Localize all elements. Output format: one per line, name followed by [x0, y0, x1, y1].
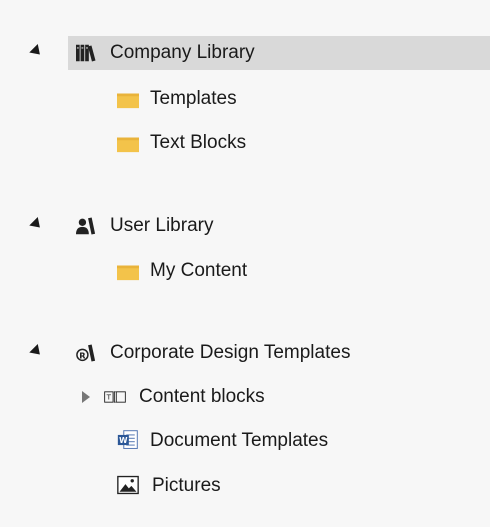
collapse-toggle[interactable]: [29, 216, 45, 232]
tree-label: Document Templates: [150, 430, 329, 451]
tree-label: Templates: [150, 88, 237, 109]
svg-text:T: T: [106, 393, 112, 402]
tree-label: User Library: [110, 215, 214, 236]
user-library-icon: [76, 215, 98, 237]
content-block-icon: T: [104, 386, 126, 408]
tree-label: Text Blocks: [150, 132, 247, 153]
library-books-icon: [76, 42, 98, 64]
tree-label: Corporate Design Templates: [110, 342, 351, 363]
folder-icon: [117, 260, 139, 282]
tree-label: Pictures: [152, 475, 221, 496]
picture-icon: [117, 474, 139, 496]
corporate-design-icon: R: [76, 342, 98, 364]
collapse-toggle[interactable]: [29, 343, 45, 359]
tree-label: My Content: [150, 260, 248, 281]
tree-label: Company Library: [110, 42, 255, 63]
library-tree: Company Library Templates Text Blocks Us…: [0, 0, 490, 527]
folder-icon: [117, 88, 139, 110]
expand-toggle[interactable]: [80, 391, 92, 403]
tree-label: Content blocks: [139, 386, 265, 407]
collapse-toggle[interactable]: [29, 43, 45, 59]
svg-text:R: R: [79, 351, 86, 361]
svg-text:W: W: [119, 436, 128, 445]
folder-icon: [117, 132, 139, 154]
word-document-icon: W: [117, 429, 139, 451]
